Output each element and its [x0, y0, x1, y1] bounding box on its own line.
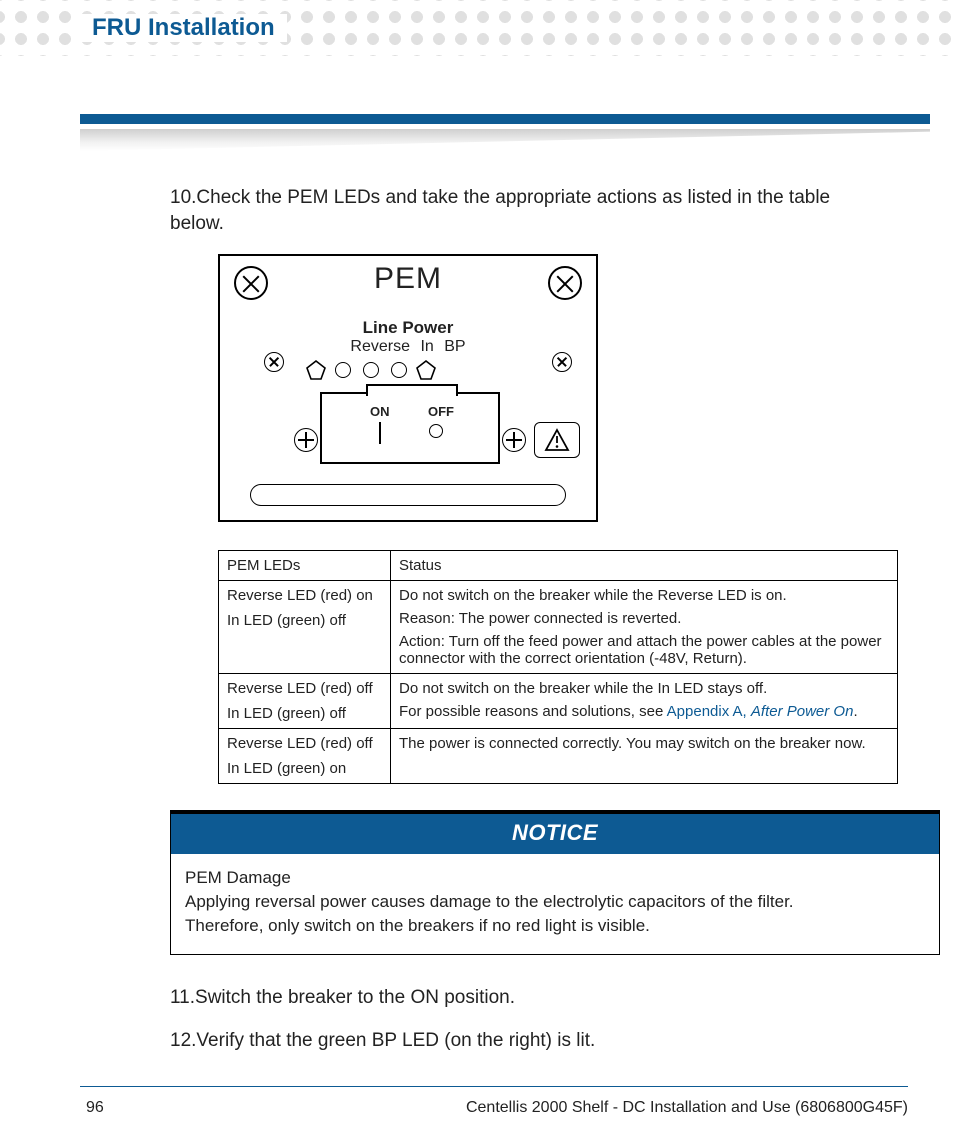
status-line: Do not switch on the breaker while the I…: [399, 680, 889, 697]
footer-doc-title: Centellis 2000 Shelf - DC Installation a…: [466, 1099, 908, 1117]
led-icon: [363, 362, 379, 378]
step-number: 12.: [170, 1030, 196, 1051]
notice-line: Therefore, only switch on the breakers i…: [185, 914, 925, 938]
step-text: Verify that the green BP LED (on the rig…: [196, 1030, 595, 1051]
pem-label: PEM: [220, 262, 596, 296]
status-line: The power is connected correctly. You ma…: [399, 735, 889, 752]
breaker-off-label: OFF: [428, 404, 454, 419]
pem-led-table: PEM LEDs Status Reverse LED (red) on In …: [218, 550, 898, 784]
led-state: In LED (green) off: [227, 612, 382, 629]
table-header-row: PEM LEDs Status: [219, 551, 898, 581]
notice-box: NOTICE PEM Damage Applying reversal powe…: [170, 810, 940, 954]
table-header: PEM LEDs: [219, 551, 391, 581]
led-state: In LED (green) off: [227, 705, 382, 722]
status-line: Action: Turn off the feed power and atta…: [399, 633, 889, 667]
warning-icon: [534, 422, 580, 458]
step-number: 10.: [170, 187, 196, 208]
status-line: For possible reasons and solutions, see …: [399, 703, 889, 720]
footer-rule: [80, 1086, 908, 1088]
led-state-cell: Reverse LED (red) off In LED (green) off: [219, 674, 391, 729]
section-title: FRU Installation: [80, 14, 287, 42]
screw-icon: [264, 352, 284, 372]
switch-off-mark: [429, 424, 443, 438]
notice-label: NOTICE: [171, 814, 939, 854]
pentagon-icon: [416, 360, 436, 380]
switch-on-mark: [379, 422, 381, 444]
led-state-cell: Reverse LED (red) on In LED (green) off: [219, 581, 391, 674]
appendix-ref: Appendix A,: [667, 703, 751, 720]
led-icon: [335, 362, 351, 378]
led-state: Reverse LED (red) off: [227, 680, 382, 697]
status-line: Reason: The power connected is reverted.: [399, 610, 889, 627]
step-text: Check the PEM LEDs and take the appropri…: [170, 187, 830, 234]
header-grey-wedge: [80, 129, 930, 151]
notice-line: Applying reversal power causes damage to…: [185, 890, 925, 914]
step-11: 11.Switch the breaker to the ON position…: [170, 985, 874, 1011]
table-row: Reverse LED (red) on In LED (green) off …: [219, 581, 898, 674]
line-power-label: Line Power: [220, 318, 596, 338]
notice-body: PEM Damage Applying reversal power cause…: [171, 854, 939, 953]
led-state: Reverse LED (red) on: [227, 587, 382, 604]
table-header: Status: [391, 551, 898, 581]
screw-icon: [552, 352, 572, 372]
step-10: 10.Check the PEM LEDs and take the appro…: [170, 185, 874, 236]
page-content: 10.Check the PEM LEDs and take the appro…: [170, 185, 874, 1072]
table-row: Reverse LED (red) off In LED (green) on …: [219, 729, 898, 784]
handle-slot: [250, 484, 566, 506]
led-icon: [391, 362, 407, 378]
breaker-on-label: ON: [370, 404, 390, 419]
breaker-box: ON OFF: [320, 392, 500, 464]
led-state: In LED (green) on: [227, 760, 382, 777]
step-12: 12.Verify that the green BP LED (on the …: [170, 1028, 874, 1054]
status-cell: Do not switch on the breaker while the I…: [391, 674, 898, 729]
page-number: 96: [86, 1099, 104, 1117]
header-blue-rule: [80, 114, 930, 124]
led-row: [306, 360, 436, 380]
led-state: Reverse LED (red) off: [227, 735, 382, 752]
appendix-link[interactable]: After Power On: [751, 703, 854, 720]
screw-icon: [502, 428, 526, 452]
step-number: 11.: [170, 987, 195, 1008]
pem-diagram: PEM Line Power Reverse In BP ON OFF: [218, 254, 874, 522]
notice-title: PEM Damage: [185, 866, 925, 890]
status-line: Do not switch on the breaker while the R…: [399, 587, 889, 604]
pentagon-icon: [306, 360, 326, 380]
breaker-tab: [366, 384, 458, 396]
table-row: Reverse LED (red) off In LED (green) off…: [219, 674, 898, 729]
status-cell: Do not switch on the breaker while the R…: [391, 581, 898, 674]
step-text: Switch the breaker to the ON position.: [195, 987, 515, 1008]
pem-panel: PEM Line Power Reverse In BP ON OFF: [218, 254, 598, 522]
status-cell: The power is connected correctly. You ma…: [391, 729, 898, 784]
led-state-cell: Reverse LED (red) off In LED (green) on: [219, 729, 391, 784]
screw-icon: [294, 428, 318, 452]
